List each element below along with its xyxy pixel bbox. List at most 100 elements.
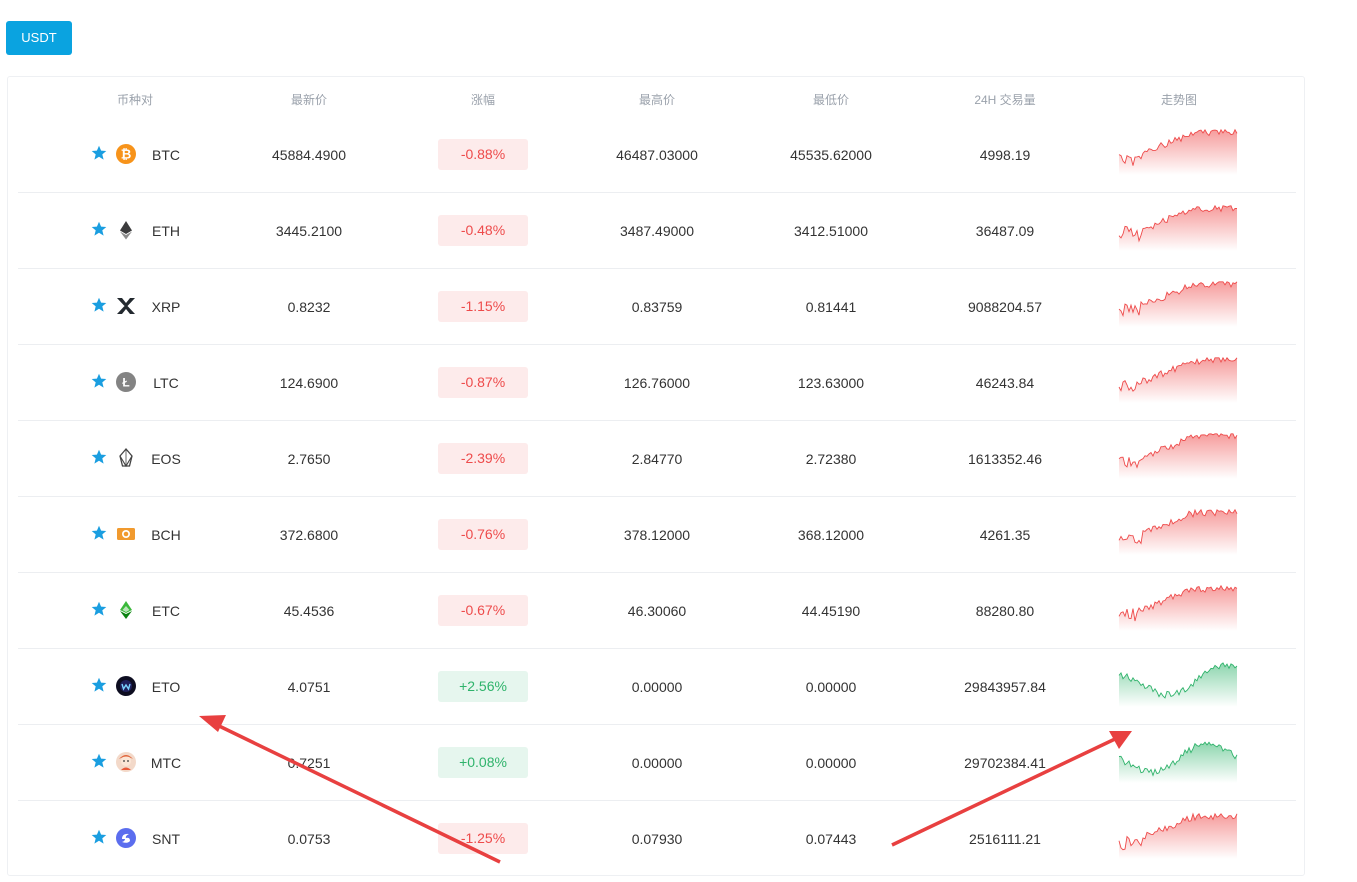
litecoin-icon: Ł (116, 372, 136, 392)
bitcoin-icon: ₿ (116, 144, 136, 164)
favorite-star-icon[interactable] (91, 145, 107, 161)
favorite-star-icon[interactable] (91, 829, 107, 845)
svg-text:₿: ₿ (121, 147, 132, 162)
high-price: 46.30060 (627, 603, 687, 619)
table-row[interactable]: ETH 3445.2100 -0.48% 3487.49000 3412.51000 36… (18, 193, 1296, 269)
table-row[interactable]: ETO 4.0751 +2.56% 0.00000 0.00000 29843957.84 (18, 649, 1296, 725)
high-price: 378.12000 (623, 527, 691, 543)
change-badge: +2.56% (438, 671, 528, 702)
favorite-star-icon[interactable] (91, 449, 107, 465)
table-header: 币种对 最新价 涨幅 最高价 最低价 24H 交易量 走势图 (8, 77, 1304, 121)
favorite-star-icon[interactable] (91, 221, 107, 237)
change-badge: +0.08% (438, 747, 528, 778)
last-price: 0.7251 (287, 755, 331, 771)
change-badge: -0.76% (438, 519, 528, 550)
pair-symbol[interactable]: ETC (152, 573, 180, 649)
last-price: 45.4536 (283, 603, 335, 619)
table-row[interactable]: BCH 372.6800 -0.76% 378.12000 368.12000 4261.… (18, 497, 1296, 573)
favorite-star-icon[interactable] (91, 373, 107, 389)
low-price: 3412.51000 (794, 223, 868, 239)
snt-icon (116, 828, 136, 848)
table-row[interactable]: ETC 45.4536 -0.67% 46.30060 44.45190 88280.80 (18, 573, 1296, 649)
trend-sparkline (1118, 662, 1238, 707)
table-row[interactable]: EOS 2.7650 -2.39% 2.84770 2.72380 1613352.46 (18, 421, 1296, 497)
pair-symbol[interactable]: EOS (151, 421, 181, 497)
table-row[interactable]: Ł LTC 124.6900 -0.87% 126.76000 123.63000 4624… (18, 345, 1296, 421)
high-price: 0.07930 (631, 831, 683, 847)
pair-symbol[interactable]: XRP (152, 269, 181, 345)
low-price: 44.45190 (801, 603, 861, 619)
last-price: 372.6800 (279, 527, 339, 543)
volume-24h: 29702384.41 (964, 755, 1046, 771)
change-badge: -2.39% (438, 443, 528, 474)
eto-icon (116, 676, 136, 696)
low-price: 0.07443 (805, 831, 857, 847)
col-low[interactable]: 最低价 (813, 91, 849, 108)
low-price: 368.12000 (797, 527, 865, 543)
change-badge: -1.15% (438, 291, 528, 322)
favorite-star-icon[interactable] (91, 677, 107, 693)
volume-24h: 4998.19 (979, 147, 1031, 163)
high-price: 3487.49000 (620, 223, 694, 239)
change-badge: -0.88% (438, 139, 528, 170)
change-badge: -1.25% (438, 823, 528, 854)
volume-24h: 1613352.46 (968, 451, 1042, 467)
xrp-icon (117, 298, 135, 314)
trend-sparkline (1118, 508, 1238, 555)
pair-symbol[interactable]: ETO (152, 649, 181, 725)
trend-sparkline (1118, 741, 1238, 783)
ethereum-classic-icon (120, 601, 132, 619)
high-price: 126.76000 (623, 375, 691, 391)
pair-symbol[interactable]: SNT (152, 801, 180, 877)
table-row[interactable]: ₿ BTC 45884.4900 -0.88% 46487.03000 45535.620… (18, 117, 1296, 193)
pair-symbol[interactable]: MTC (151, 725, 181, 801)
high-price: 0.00000 (631, 755, 683, 771)
volume-24h: 29843957.84 (964, 679, 1046, 695)
last-price: 0.0753 (287, 831, 331, 847)
pair-symbol[interactable]: BTC (152, 117, 180, 193)
ethereum-icon (120, 221, 132, 240)
favorite-star-icon[interactable] (91, 525, 107, 541)
table-row[interactable]: SNT 0.0753 -1.25% 0.07930 0.07443 2516111.21 (18, 801, 1296, 877)
trend-sparkline (1118, 128, 1238, 175)
col-volume[interactable]: 24H 交易量 (974, 91, 1035, 108)
tab-usdt[interactable]: USDT (6, 21, 72, 55)
col-pair[interactable]: 币种对 (117, 91, 153, 108)
last-price: 2.7650 (287, 451, 331, 467)
table-row[interactable]: MTC 0.7251 +0.08% 0.00000 0.00000 29702384.41 (18, 725, 1296, 801)
table-row[interactable]: XRP 0.8232 -1.15% 0.83759 0.81441 9088204.57 (18, 269, 1296, 345)
last-price: 4.0751 (287, 679, 331, 695)
high-price: 0.00000 (631, 679, 683, 695)
eos-icon (119, 448, 133, 468)
favorite-star-icon[interactable] (91, 601, 107, 617)
volume-24h: 88280.80 (975, 603, 1035, 619)
volume-24h: 9088204.57 (968, 299, 1042, 315)
trend-sparkline (1118, 812, 1238, 859)
volume-24h: 46243.84 (975, 375, 1035, 391)
pair-symbol[interactable]: ETH (152, 193, 180, 269)
col-trend: 走势图 (1160, 93, 1198, 107)
last-price: 124.6900 (279, 375, 339, 391)
favorite-star-icon[interactable] (91, 297, 107, 313)
mtc-avatar-icon (116, 752, 136, 772)
col-change[interactable]: 涨幅 (471, 91, 495, 108)
change-badge: -0.48% (438, 215, 528, 246)
trend-sparkline (1118, 281, 1238, 327)
low-price: 45535.62000 (790, 147, 872, 163)
col-high[interactable]: 最高价 (639, 91, 675, 108)
col-last-price[interactable]: 最新价 (291, 91, 327, 108)
favorite-star-icon[interactable] (91, 753, 107, 769)
last-price: 0.8232 (287, 299, 331, 315)
low-price: 0.00000 (805, 755, 857, 771)
pair-symbol[interactable]: BCH (151, 497, 181, 573)
volume-24h: 4261.35 (979, 527, 1031, 543)
low-price: 2.72380 (805, 451, 857, 467)
trend-sparkline (1118, 356, 1238, 403)
trend-sparkline (1118, 433, 1238, 479)
pair-symbol[interactable]: LTC (153, 345, 178, 421)
trend-sparkline (1118, 584, 1238, 631)
svg-text:Ł: Ł (122, 376, 129, 390)
volume-24h: 2516111.21 (969, 831, 1041, 847)
high-price: 0.83759 (631, 299, 683, 315)
last-price: 3445.2100 (275, 223, 343, 239)
